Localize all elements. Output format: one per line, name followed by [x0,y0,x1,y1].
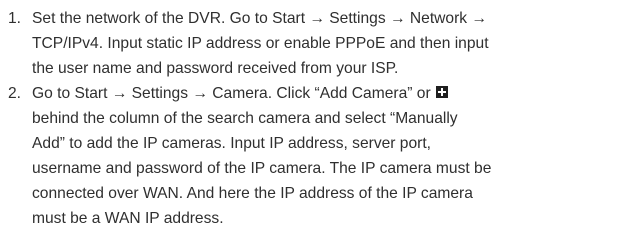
step-1-line-1: Set the network of the DVR. Go to Start … [32,10,487,27]
step-2-line-6: must be a WAN IP address. [32,210,224,227]
step-2-line-4: username and password of the IP camera. … [32,160,492,177]
step-2-line-2: behind the column of the search camera a… [32,110,458,127]
document-page: 1. Set the network of the DVR. Go to Sta… [0,0,617,243]
instruction-step-2: 2. Go to Start → Settings → Camera. Clic… [8,81,608,231]
instruction-steps-list: 1. Set the network of the DVR. Go to Sta… [8,6,608,231]
step-1-line-2: TCP/IPv4. Input static IP address or ena… [32,35,489,52]
step-2-number: 2. [8,85,22,102]
step-2-line-3: Add” to add the IP cameras. Input IP add… [32,135,432,152]
step-1-line-3: the user name and password received from… [32,60,399,77]
instruction-step-1: 1. Set the network of the DVR. Go to Sta… [8,6,608,81]
step-2-line-1-wrapper: Go to Start → Settings → Camera. Click “… [32,81,608,106]
step-2-line-1: Go to Start → Settings → Camera. Click “… [32,85,431,102]
step-2-line-5: connected over WAN. And here the IP addr… [32,185,473,202]
step-1-number: 1. [8,10,22,27]
plus-square-icon [435,86,448,98]
